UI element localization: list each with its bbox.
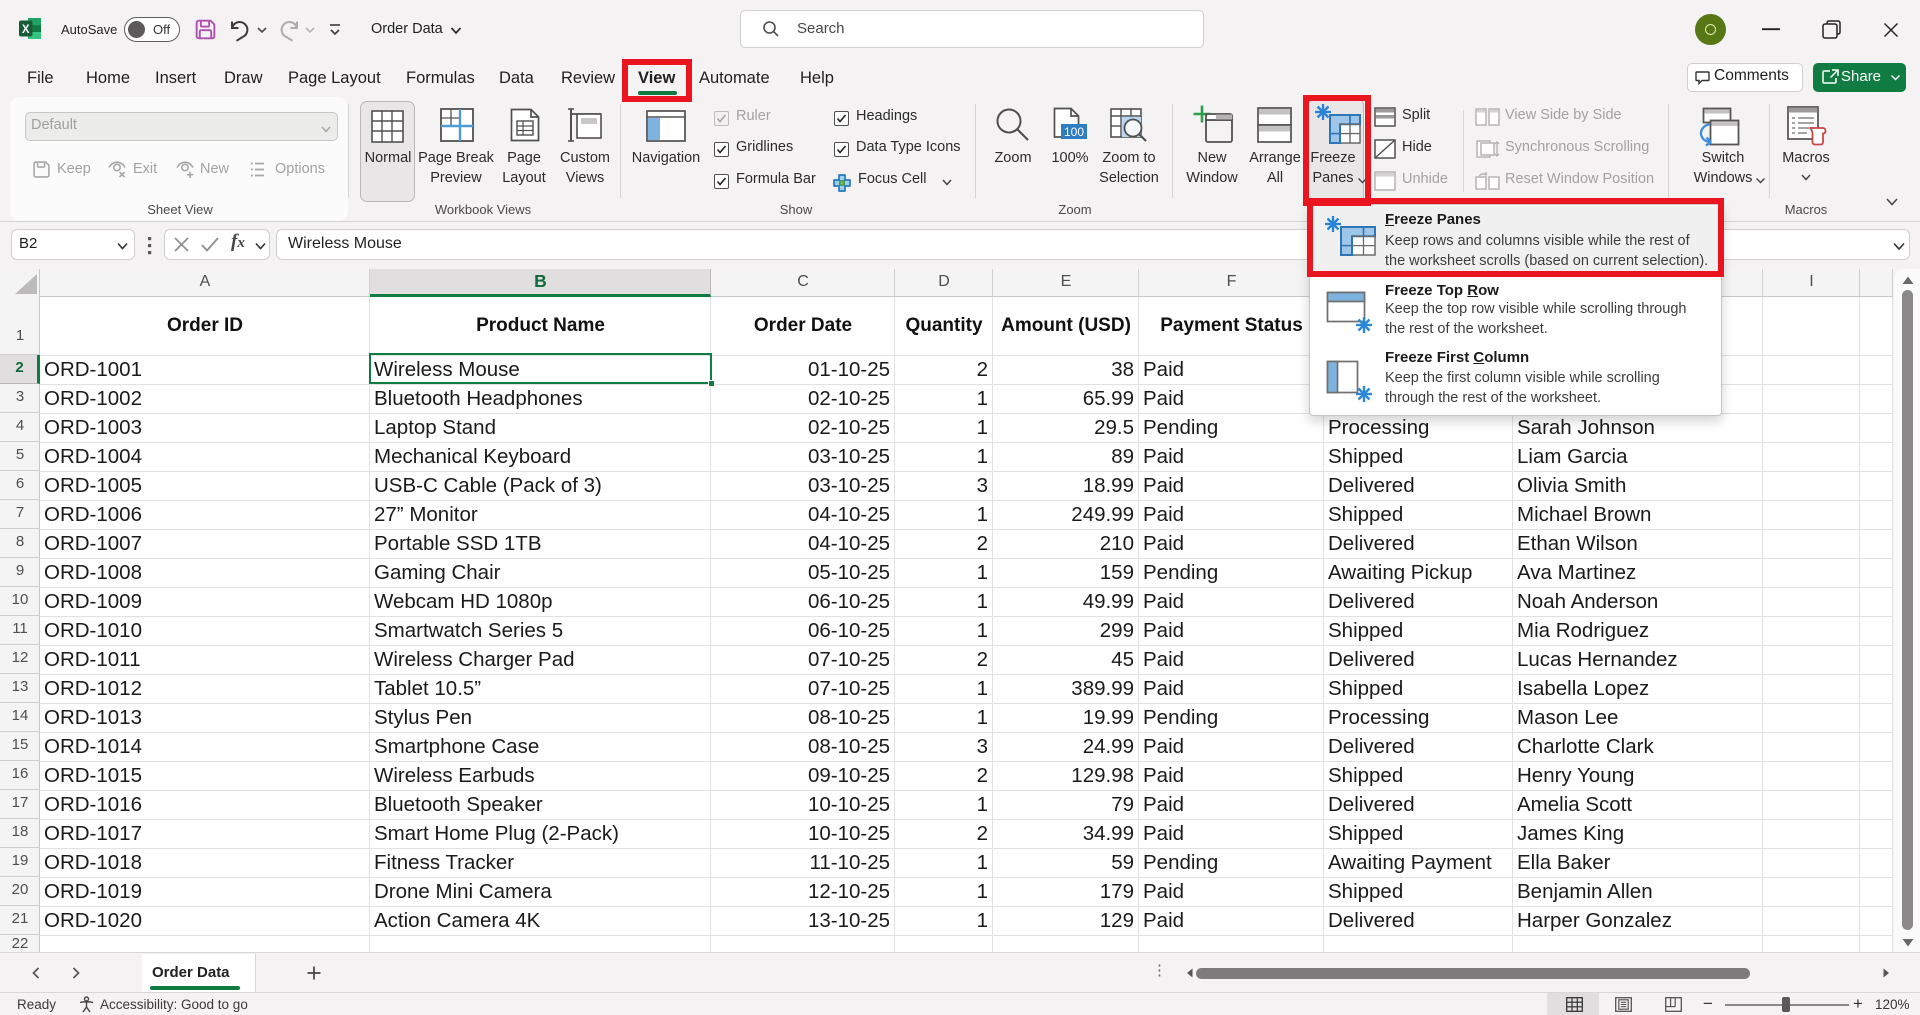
svg-text:X: X xyxy=(22,24,30,36)
svg-text:100: 100 xyxy=(1064,125,1084,139)
